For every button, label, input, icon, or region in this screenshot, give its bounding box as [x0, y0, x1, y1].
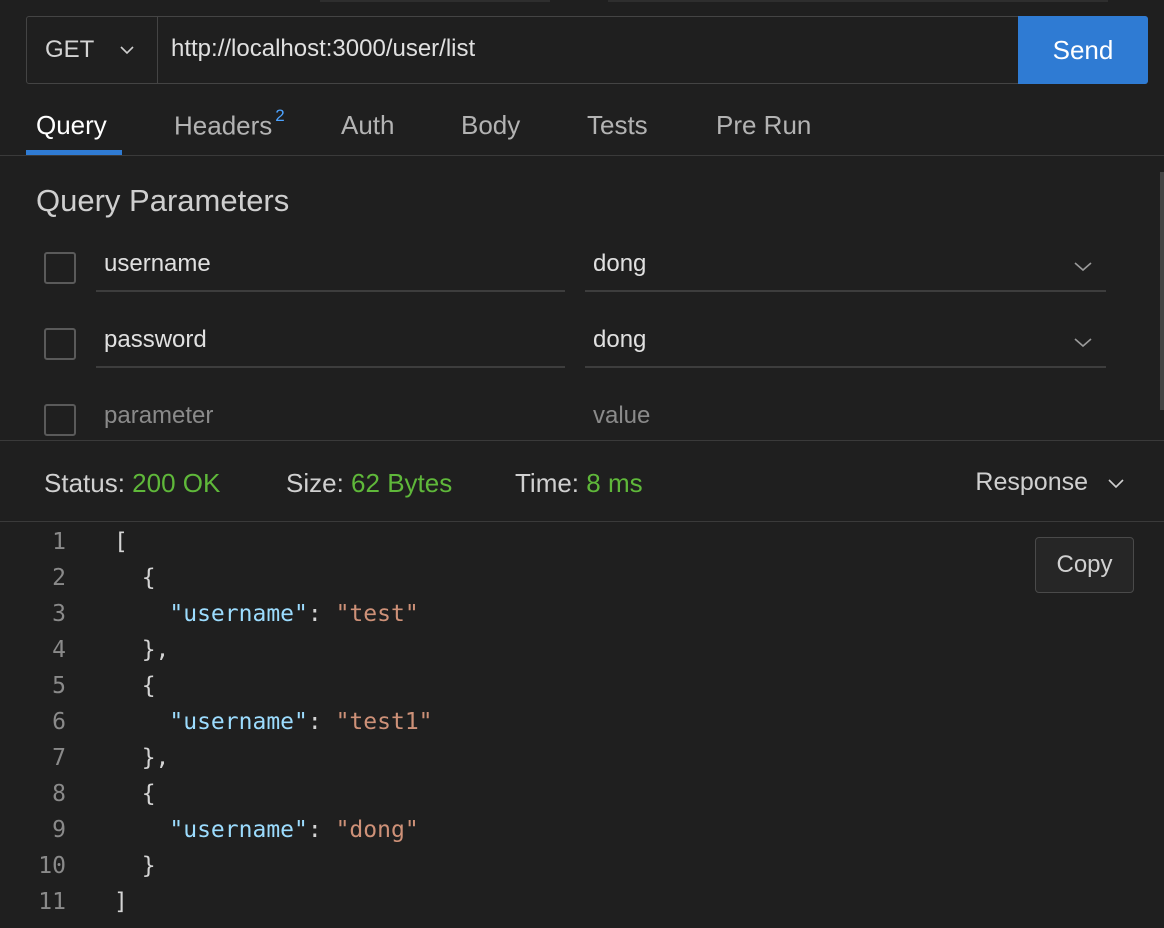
json-punctuation: },: [114, 637, 170, 663]
json-punctuation: {: [114, 565, 156, 591]
json-punctuation: :: [307, 709, 336, 735]
json-punctuation: :: [307, 817, 336, 843]
line-content: },: [114, 632, 170, 668]
tab-query[interactable]: Query: [36, 110, 107, 141]
status-value: 200 OK: [132, 468, 221, 498]
response-status-bar: Status: 200 OK Size: 62 Bytes Time: 8 ms…: [0, 440, 1164, 522]
line-number: 9: [52, 817, 66, 843]
json-key: "username": [169, 601, 308, 627]
json-string: "test1": [335, 709, 433, 735]
time-value: 8 ms: [586, 468, 643, 498]
param-value-text: dong: [593, 326, 647, 353]
line-content: }: [114, 848, 156, 884]
json-key: "username": [169, 817, 308, 843]
json-punctuation: [114, 709, 169, 735]
headers-count-badge: 2: [275, 106, 285, 125]
tab-label: Query: [36, 110, 107, 140]
param-name-input[interactable]: username: [96, 244, 565, 292]
response-body: Copy 1 [2 {3 "username": "test" 4 }, 5 {6 "…: [0, 524, 1164, 928]
tab-headers[interactable]: Headers 2: [174, 106, 285, 142]
url-input[interactable]: [158, 17, 1018, 83]
line-content: "username": "dong": [114, 812, 419, 848]
param-value-input[interactable]: dong: [585, 244, 1106, 292]
json-key: "username": [169, 709, 308, 735]
send-button[interactable]: Send: [1018, 16, 1148, 84]
top-divider: [608, 0, 1108, 2]
tab-tests[interactable]: Tests: [587, 110, 648, 141]
param-checkbox[interactable]: [44, 252, 76, 284]
line-number: 6: [52, 709, 66, 735]
param-checkbox[interactable]: [44, 404, 76, 436]
tab-pre-run[interactable]: Pre Run: [716, 110, 811, 141]
line-content: {: [114, 776, 156, 812]
method-label: GET: [45, 36, 95, 63]
size-value: 62 Bytes: [351, 468, 453, 498]
json-string: "dong": [335, 817, 419, 843]
status-field: Status: 200 OK: [44, 468, 220, 499]
request-bar: GET Send: [26, 16, 1148, 84]
line-content: {: [114, 668, 156, 704]
response-view-label: Response: [975, 468, 1088, 496]
param-row: username dong: [0, 244, 1164, 304]
tab-label: Tests: [587, 110, 648, 140]
json-punctuation: {: [114, 781, 156, 807]
json-punctuation: :: [307, 601, 336, 627]
json-string: "test": [335, 601, 419, 627]
line-number: 2: [52, 565, 66, 591]
section-title: Query Parameters: [36, 183, 290, 218]
tab-label: Pre Run: [716, 110, 812, 140]
json-punctuation: [: [114, 529, 128, 555]
param-value-text: dong: [593, 250, 647, 277]
tab-label: Body: [461, 110, 521, 140]
param-name-input[interactable]: password: [96, 320, 565, 368]
json-punctuation: ]: [114, 889, 128, 915]
json-punctuation: },: [114, 745, 170, 771]
param-checkbox[interactable]: [44, 328, 76, 360]
line-number: 7: [52, 745, 66, 771]
api-client-panel: GET Send Query Headers2 Auth Body Tests …: [0, 0, 1164, 928]
line-number: 1: [52, 529, 66, 555]
chevron-down-icon: [120, 46, 134, 55]
response-view-select[interactable]: Response: [975, 468, 1124, 497]
chevron-down-icon[interactable]: [1074, 257, 1092, 275]
line-number: 4: [52, 637, 66, 663]
line-content: {: [114, 560, 156, 596]
param-name-input[interactable]: parameter: [96, 396, 565, 444]
size-label: Size:: [286, 468, 344, 498]
copy-button[interactable]: Copy: [1035, 537, 1134, 593]
json-punctuation: [114, 817, 169, 843]
tab-auth[interactable]: Auth: [341, 110, 395, 141]
time-label: Time:: [515, 468, 580, 498]
status-label: Status:: [44, 468, 125, 498]
chevron-down-icon: [1108, 478, 1124, 488]
line-content: "username": "test1": [114, 704, 433, 740]
json-punctuation: {: [114, 673, 156, 699]
line-number: 11: [38, 889, 66, 915]
line-content: },: [114, 740, 170, 776]
param-value-input[interactable]: value: [585, 396, 1106, 444]
line-number: 10: [38, 853, 66, 879]
line-number: 8: [52, 781, 66, 807]
line-content: [: [114, 524, 128, 560]
line-content: "username": "test": [114, 596, 419, 632]
param-value-input[interactable]: dong: [585, 320, 1106, 368]
line-number: 5: [52, 673, 66, 699]
tab-label: Auth: [341, 110, 395, 140]
tab-label: Headers: [174, 110, 273, 141]
time-field: Time: 8 ms: [515, 468, 643, 499]
json-punctuation: [114, 601, 169, 627]
request-tabs: Query Headers 2 Auth Body Tests Pre Run: [0, 100, 1164, 156]
active-tab-indicator: [26, 150, 122, 155]
tab-body[interactable]: Body: [461, 110, 520, 141]
line-content: ]: [114, 884, 128, 920]
chevron-down-icon[interactable]: [1074, 333, 1092, 351]
param-row: password dong: [0, 320, 1164, 380]
size-field: Size: 62 Bytes: [286, 468, 452, 499]
top-divider: [320, 0, 550, 2]
line-number: 3: [52, 601, 66, 627]
method-select[interactable]: GET: [27, 17, 158, 83]
json-punctuation: }: [114, 853, 156, 879]
